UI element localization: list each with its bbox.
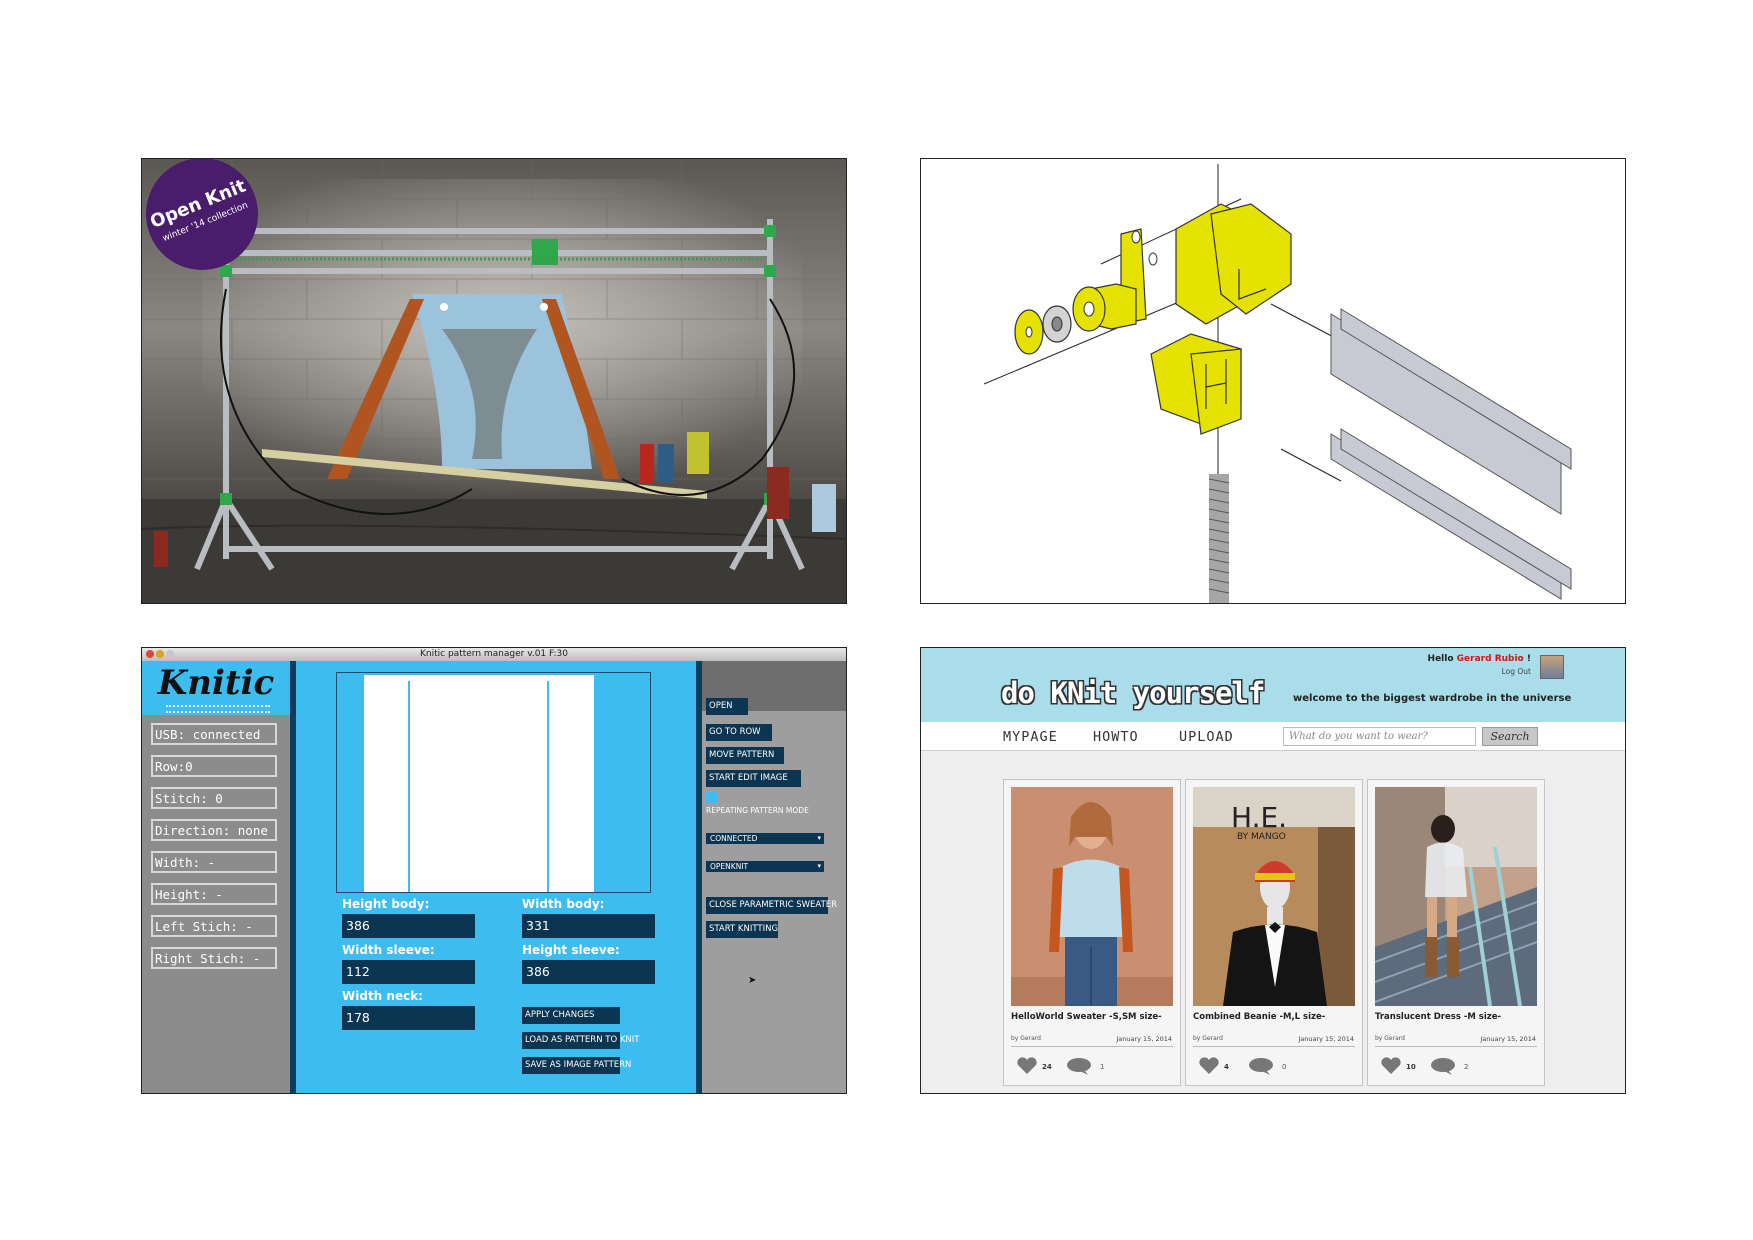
width-sleeve-input[interactable]: 112 (342, 960, 475, 984)
garment-card[interactable]: Translucent Dress -M size- by Gerard Jan… (1367, 779, 1545, 1086)
garment-author: by Gerard (1011, 1035, 1041, 1042)
nav-upload[interactable]: UPLOAD (1179, 729, 1234, 745)
zoom-window-button[interactable] (166, 650, 174, 658)
connection-select[interactable]: CONNECTED ▾ (706, 833, 824, 844)
repeating-mode-toggle[interactable] (706, 792, 717, 803)
control-panel: OPEN GO TO ROW MOVE PATTERN START EDIT I… (702, 661, 846, 1093)
width-neck-label: Width neck: (342, 989, 423, 1003)
exploded-assembly-drawing (920, 158, 1626, 604)
garment-author: by Gerard (1375, 1035, 1405, 1042)
height-sleeve-input[interactable]: 386 (522, 960, 655, 984)
divider (1375, 1046, 1537, 1047)
parametric-editor: Height body: 386 Width body: 331 Width s… (296, 661, 696, 1093)
logout-link[interactable]: Log Out (1502, 667, 1531, 676)
stitch-status: Stitch: 0 (151, 787, 277, 809)
main-nav: MYPAGE HOWTO UPLOAD What do you want to … (921, 722, 1625, 751)
height-sleeve-label: Height sleeve: (522, 943, 620, 957)
machine-select[interactable]: OPENKNIT ▾ (706, 861, 824, 872)
search-button[interactable]: Search (1482, 727, 1538, 746)
connection-select-value: CONNECTED (710, 834, 758, 843)
greeting: Hello Gerard Rubio ! (1428, 654, 1531, 664)
chevron-down-icon: ▾ (817, 834, 821, 842)
garment-photo[interactable] (1011, 787, 1173, 1006)
go-to-row-button[interactable]: GO TO ROW (706, 724, 772, 741)
apply-changes-button[interactable]: APPLY CHANGES (522, 1007, 620, 1024)
start-knitting-button[interactable]: START KNITTING (706, 921, 778, 938)
site-header: do KNit yourself welcome to the biggest … (921, 648, 1625, 722)
knitic-logo: Knitic (157, 663, 275, 703)
row-status: Row:0 (151, 755, 277, 777)
site-logo[interactable]: do KNit yourself (1001, 676, 1265, 710)
width-neck-input[interactable]: 178 (342, 1006, 475, 1030)
repeating-mode-label: REPEATING PATTERN MODE (706, 806, 809, 815)
move-pattern-button[interactable]: MOVE PATTERN (706, 747, 784, 764)
save-as-image-pattern-button[interactable]: SAVE AS IMAGE PATTERN (522, 1057, 631, 1074)
usb-status: USB: connected (151, 723, 277, 745)
divider (1193, 1046, 1355, 1047)
garment-card[interactable]: HelloWorld Sweater -S,SM size- by Gerard… (1003, 779, 1181, 1086)
store-sign: H.E. (1231, 801, 1287, 834)
comment-count: 2 (1464, 1063, 1469, 1071)
status-sidebar: Knitic USB: connected Row:0 Stitch: 0 Di… (142, 661, 290, 1093)
logo-underline (166, 705, 270, 713)
nav-mypage[interactable]: MYPAGE (1003, 729, 1058, 745)
avatar[interactable] (1540, 655, 1564, 679)
width-body-label: Width body: (522, 897, 605, 911)
height-body-label: Height body: (342, 897, 430, 911)
garment-photo[interactable] (1375, 787, 1537, 1006)
garment-title[interactable]: Translucent Dress -M size- (1375, 1012, 1501, 1022)
comment-icon[interactable] (1248, 1057, 1274, 1075)
width-status: Width: - (151, 851, 277, 873)
comment-icon[interactable] (1066, 1057, 1092, 1075)
like-count: 10 (1406, 1063, 1416, 1071)
knitic-app-window: Knitic pattern manager v.01 F:30 Knitic … (141, 647, 847, 1094)
load-as-pattern-button[interactable]: LOAD AS PATTERN TO KNIT (522, 1032, 639, 1049)
knitting-machine-photo: Open Knit winter '14 collection (141, 158, 847, 604)
site-tagline: welcome to the biggest wardrobe in the u… (1293, 693, 1572, 704)
heart-icon[interactable] (1198, 1057, 1220, 1075)
divider (1011, 1046, 1173, 1047)
height-status: Height: - (151, 883, 277, 905)
comment-icon[interactable] (1430, 1057, 1456, 1075)
close-window-button[interactable] (146, 650, 154, 658)
comment-count: 0 (1282, 1063, 1287, 1071)
garment-date: January 15, 2014 (1116, 1035, 1172, 1043)
chevron-down-icon: ▾ (817, 862, 821, 870)
window-title: Knitic pattern manager v.01 F:30 (420, 649, 568, 659)
garment-date: January 15, 2014 (1480, 1035, 1536, 1043)
open-button[interactable]: OPEN (706, 698, 748, 715)
garment-card[interactable]: H.E. BY MANGO Combined Beanie -M,L size-… (1185, 779, 1363, 1086)
pattern-preview[interactable] (336, 672, 651, 893)
direction-status: Direction: none (151, 819, 277, 841)
machine-select-value: OPENKNIT (710, 862, 749, 871)
garment-author: by Gerard (1193, 1035, 1223, 1042)
right-stitch-status: Right Stich: - (151, 947, 277, 969)
garment-title[interactable]: Combined Beanie -M,L size- (1193, 1012, 1325, 1022)
like-count: 4 (1224, 1063, 1229, 1071)
window-titlebar: Knitic pattern manager v.01 F:30 (142, 648, 846, 662)
garment-photo[interactable]: H.E. BY MANGO (1193, 787, 1355, 1006)
nav-howto[interactable]: HOWTO (1093, 729, 1139, 745)
store-sign-sub: BY MANGO (1237, 832, 1286, 842)
close-parametric-sweater-button[interactable]: CLOSE PARAMETRIC SWEATER (706, 897, 837, 914)
start-edit-image-button[interactable]: START EDIT IMAGE (706, 770, 801, 787)
left-stitch-status: Left Stich: - (151, 915, 277, 937)
mouse-cursor-icon: ➤ (748, 975, 757, 986)
heart-icon[interactable] (1380, 1057, 1402, 1075)
height-body-input[interactable]: 386 (342, 914, 475, 938)
like-count: 24 (1042, 1063, 1052, 1071)
garment-title[interactable]: HelloWorld Sweater -S,SM size- (1011, 1012, 1162, 1022)
greeting-prefix: Hello (1427, 654, 1454, 664)
logo-area: Knitic (142, 661, 290, 715)
greeting-suffix: ! (1526, 654, 1531, 664)
doknit-website: do KNit yourself welcome to the biggest … (920, 647, 1626, 1094)
width-body-input[interactable]: 331 (522, 914, 655, 938)
garment-date: January 15, 2014 (1298, 1035, 1354, 1043)
comment-count: 1 (1100, 1063, 1105, 1071)
user-name[interactable]: Gerard Rubio (1457, 654, 1524, 664)
width-sleeve-label: Width sleeve: (342, 943, 435, 957)
heart-icon[interactable] (1016, 1057, 1038, 1075)
minimize-window-button[interactable] (156, 650, 164, 658)
search-input[interactable]: What do you want to wear? (1283, 727, 1476, 746)
